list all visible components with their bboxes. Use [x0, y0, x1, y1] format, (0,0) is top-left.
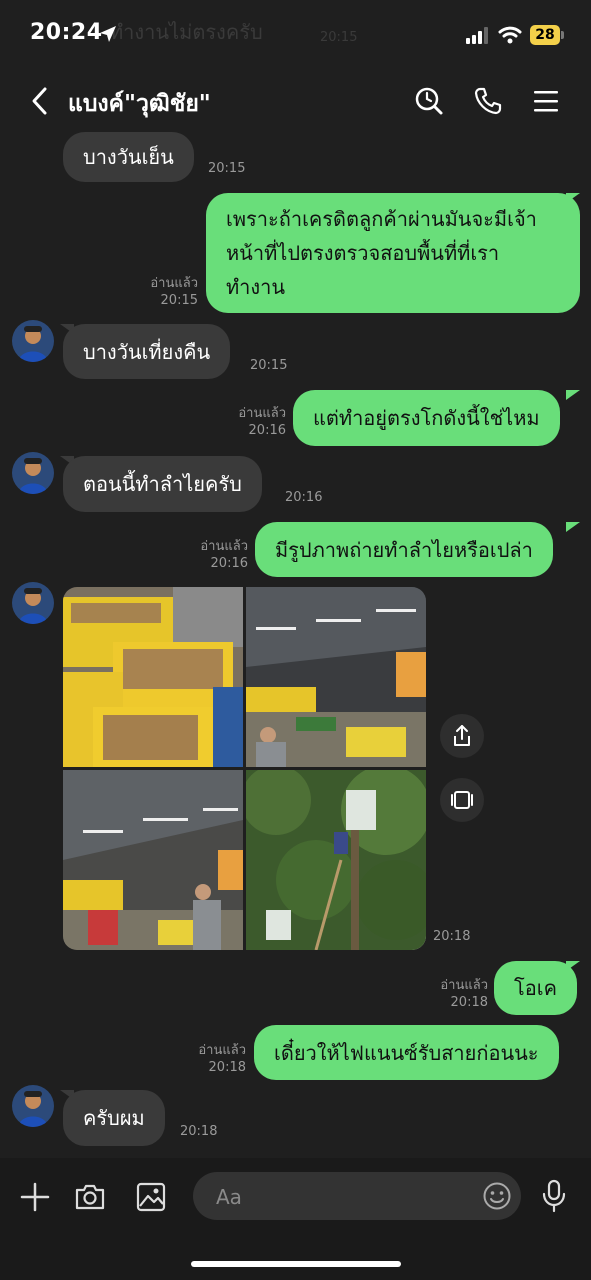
bubble-tail	[566, 961, 580, 971]
bubble-tail	[566, 193, 580, 203]
avatar[interactable]	[12, 320, 54, 362]
avatar[interactable]	[12, 452, 54, 494]
outgoing-bubble[interactable]: เดี๋ยวให้ไฟแนนซ์รับสายก่อนนะ	[254, 1025, 559, 1080]
message-time: 20:18	[433, 929, 471, 944]
plus-icon[interactable]	[18, 1180, 52, 1214]
message-time: 20:15	[208, 161, 246, 176]
wifi-icon	[498, 25, 522, 48]
incoming-bubble[interactable]: บางวันเที่ยงคืน	[63, 324, 231, 379]
read-receipt: อ่านแล้ว 20:16	[200, 539, 248, 571]
home-indicator[interactable]	[191, 1261, 401, 1267]
battery-level: 28	[530, 25, 560, 45]
read-receipt: อ่านแล้ว 20:18	[440, 978, 488, 1010]
message-input-placeholder: Aa	[216, 1185, 242, 1209]
status-time: 20:24	[30, 20, 103, 45]
incoming-bubble[interactable]: บางวันเย็น	[63, 132, 194, 182]
back-icon[interactable]	[24, 84, 54, 118]
bubble-line: เพราะถ้าเครดิตลูกค้าผ่านมันจะมีเจ้า	[226, 207, 537, 231]
emoji-icon[interactable]	[481, 1180, 513, 1212]
image-icon[interactable]	[133, 1180, 169, 1214]
message-time: 20:16	[285, 490, 323, 505]
ghost-message-text: ทำงานไม่ตรงครับ	[110, 20, 263, 44]
incoming-bubble[interactable]: ตอนนี้ทำลำไยครับ	[63, 456, 262, 512]
share-icon[interactable]	[440, 714, 484, 758]
battery-cap	[561, 31, 564, 39]
bubble-line: หน้าที่ไปตรงตรวจสอบพื้นที่ที่เรา	[226, 241, 500, 265]
bubble-line: ทำงาน	[226, 275, 286, 299]
read-receipt: อ่านแล้ว 20:16	[238, 406, 286, 438]
camera-icon[interactable]	[72, 1180, 108, 1214]
avatar[interactable]	[12, 582, 54, 624]
slideshow-icon[interactable]	[440, 778, 484, 822]
outgoing-bubble[interactable]: โอเค	[494, 961, 577, 1015]
message-input[interactable]	[193, 1172, 521, 1220]
chat-title: แบงค์"วุฒิชัย"	[68, 91, 211, 117]
read-receipt: อ่านแล้ว 20:18	[198, 1043, 246, 1075]
photo-longan-tree[interactable]	[246, 770, 426, 950]
message-time: 20:15	[250, 358, 288, 373]
outgoing-bubble[interactable]: แต่ทำอยู่ตรงโกดังนี้ใช่ไหม	[293, 390, 560, 446]
search-icon[interactable]	[412, 84, 446, 118]
photo-warehouse-workers[interactable]	[63, 770, 243, 950]
message-time: 20:18	[180, 1124, 218, 1139]
signal-icon	[466, 27, 492, 48]
avatar[interactable]	[12, 1085, 54, 1127]
outgoing-bubble[interactable]: เพราะถ้าเครดิตลูกค้าผ่านมันจะมีเจ้า หน้า…	[206, 193, 580, 313]
ghost-message-time: 20:15	[320, 30, 358, 45]
phone-icon[interactable]	[471, 84, 505, 118]
incoming-bubble[interactable]: ครับผม	[63, 1090, 165, 1146]
photo-warehouse[interactable]	[246, 587, 426, 767]
bubble-tail	[566, 522, 580, 532]
location-arrow-icon	[98, 24, 118, 48]
read-receipt: อ่านแล้ว 20:15	[150, 276, 198, 308]
photo-longan-baskets[interactable]	[63, 587, 243, 767]
bubble-tail	[566, 390, 580, 400]
mic-icon[interactable]	[538, 1178, 570, 1214]
menu-icon[interactable]	[530, 86, 562, 116]
outgoing-bubble[interactable]: มีรูปภาพถ่ายทำลำไยหรือเปล่า	[255, 522, 553, 577]
